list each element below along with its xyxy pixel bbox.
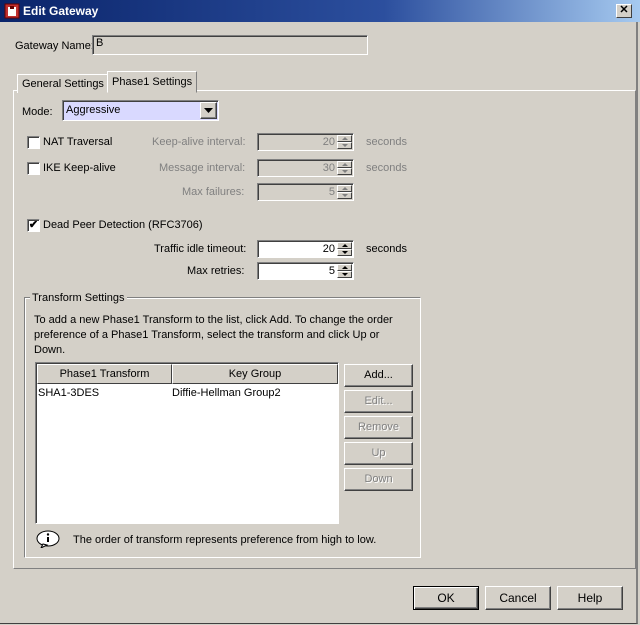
traffic-idle-timeout-value: 20 — [322, 243, 335, 255]
transform-description: To add a new Phase1 Transform to the lis… — [34, 314, 393, 356]
message-interval-value: 30 — [322, 162, 335, 174]
info-icon — [36, 530, 60, 548]
transform-table[interactable]: Phase1 Transform Key Group SHA1-3DES Dif… — [35, 362, 339, 524]
gateway-name-field[interactable]: B — [92, 35, 368, 55]
ike-keepalive-checkbox[interactable] — [27, 162, 40, 175]
message-interval-unit: seconds — [366, 162, 407, 174]
title-bar: Edit Gateway ✕ — [0, 0, 640, 22]
max-retries-value: 5 — [328, 265, 335, 277]
nat-traversal-label: NAT Traversal — [43, 136, 113, 148]
nat-traversal-checkbox[interactable] — [27, 136, 40, 149]
message-interval-stepper[interactable]: 30 — [257, 159, 354, 177]
max-retries-label: Max retries: — [187, 265, 245, 277]
help-button[interactable]: Help — [557, 586, 623, 610]
stepper-up-icon[interactable] — [337, 242, 352, 249]
cancel-button[interactable]: Cancel — [485, 586, 551, 610]
transform-order-note: The order of transform represents prefer… — [73, 534, 377, 546]
move-up-button[interactable]: Up — [344, 442, 413, 465]
stepper-up-icon[interactable] — [337, 135, 352, 142]
keepalive-interval-unit: seconds — [366, 136, 407, 148]
stepper-up-icon[interactable] — [337, 264, 352, 271]
tab-general-settings[interactable]: General Settings — [17, 74, 109, 93]
max-failures-label: Max failures: — [182, 186, 245, 198]
ike-keepalive-label: IKE Keep-alive — [43, 162, 116, 174]
stepper-up-icon[interactable] — [337, 161, 352, 168]
stepper-down-icon[interactable] — [337, 192, 352, 199]
gateway-name-label: Gateway Name: — [15, 40, 94, 52]
traffic-idle-timeout-unit: seconds — [366, 243, 407, 255]
mode-dropdown-button[interactable] — [200, 102, 217, 119]
row-key-group-cell: Diffie-Hellman Group2 — [172, 387, 281, 399]
mode-label: Mode: — [22, 106, 53, 118]
gateway-app-icon — [4, 3, 20, 19]
mode-selected-value: Aggressive — [66, 104, 121, 116]
keepalive-interval-label: Keep-alive interval: — [152, 136, 246, 148]
mode-select[interactable]: Aggressive — [62, 100, 219, 121]
stepper-up-icon[interactable] — [337, 185, 352, 192]
column-header-phase1-transform[interactable]: Phase1 Transform — [37, 364, 172, 384]
close-button[interactable]: ✕ — [616, 4, 632, 18]
traffic-idle-timeout-stepper[interactable]: 20 — [257, 240, 354, 258]
max-failures-stepper[interactable]: 5 — [257, 183, 354, 201]
stepper-down-icon[interactable] — [337, 249, 352, 256]
dead-peer-detection-checkbox[interactable]: ✔ — [27, 219, 40, 232]
table-row[interactable]: SHA1-3DES Diffie-Hellman Group2 — [37, 385, 337, 402]
tab-phase1-settings[interactable]: Phase1 Settings — [107, 71, 198, 93]
dead-peer-detection-label: Dead Peer Detection (RFC3706) — [43, 219, 203, 231]
stepper-down-icon[interactable] — [337, 168, 352, 175]
row-transform-cell: SHA1-3DES — [38, 387, 100, 399]
checkmark-icon: ✔ — [28, 219, 39, 231]
traffic-idle-timeout-label: Traffic idle timeout: — [154, 243, 247, 255]
stepper-down-icon[interactable] — [337, 142, 352, 149]
message-interval-label: Message interval: — [159, 162, 246, 174]
max-retries-stepper[interactable]: 5 — [257, 262, 354, 280]
ok-button[interactable]: OK — [413, 586, 479, 610]
edit-transform-button[interactable]: Edit... — [344, 390, 413, 413]
move-down-button[interactable]: Down — [344, 468, 413, 491]
stepper-down-icon[interactable] — [337, 271, 352, 278]
add-transform-button[interactable]: Add... — [344, 364, 413, 387]
column-header-key-group[interactable]: Key Group — [172, 364, 338, 384]
close-icon: ✕ — [619, 4, 629, 16]
keepalive-interval-stepper[interactable]: 20 — [257, 133, 354, 151]
max-failures-value: 5 — [328, 186, 335, 198]
window-title: Edit Gateway — [23, 4, 99, 18]
keepalive-interval-value: 20 — [322, 136, 335, 148]
remove-transform-button[interactable]: Remove — [344, 416, 413, 439]
transform-settings-title: Transform Settings — [30, 292, 127, 304]
chevron-down-icon — [204, 108, 213, 113]
